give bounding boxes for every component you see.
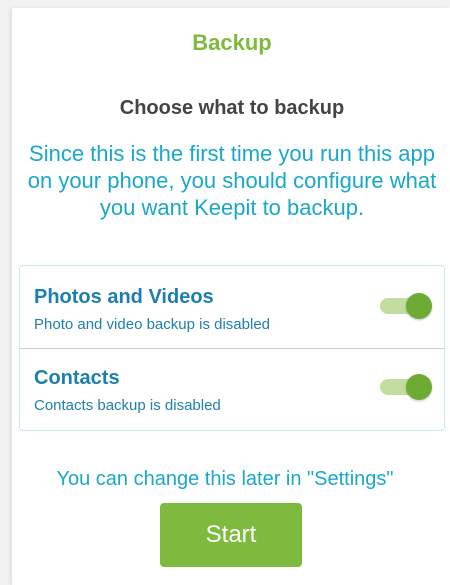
option-title: Photos and Videos [34, 286, 214, 308]
page-title: Backup [192, 30, 272, 55]
option-description: Contacts backup is disabled [34, 397, 221, 414]
intro-text: Since this is the first time you run thi… [27, 141, 437, 220]
option-description: Photo and video backup is disabled [34, 316, 271, 333]
option-photos-videos[interactable]: Photos and Videos Photo and video backup… [20, 266, 444, 349]
option-title: Contacts [34, 367, 120, 389]
toggle-thumb [406, 374, 432, 400]
backup-options-panel: Photos and Videos Photo and video backup… [19, 265, 445, 431]
section-subtitle: Choose what to backup [119, 97, 345, 119]
toggle-thumb [406, 293, 432, 319]
contacts-toggle[interactable] [378, 373, 434, 401]
start-button[interactable]: Start [160, 503, 302, 567]
backup-screen: Backup Choose what to backup Since this … [12, 8, 450, 585]
photos-videos-toggle[interactable] [378, 292, 434, 320]
settings-hint-text: You can change this later in "Settings" [56, 468, 394, 490]
option-contacts[interactable]: Contacts Contacts backup is disabled [20, 349, 444, 431]
